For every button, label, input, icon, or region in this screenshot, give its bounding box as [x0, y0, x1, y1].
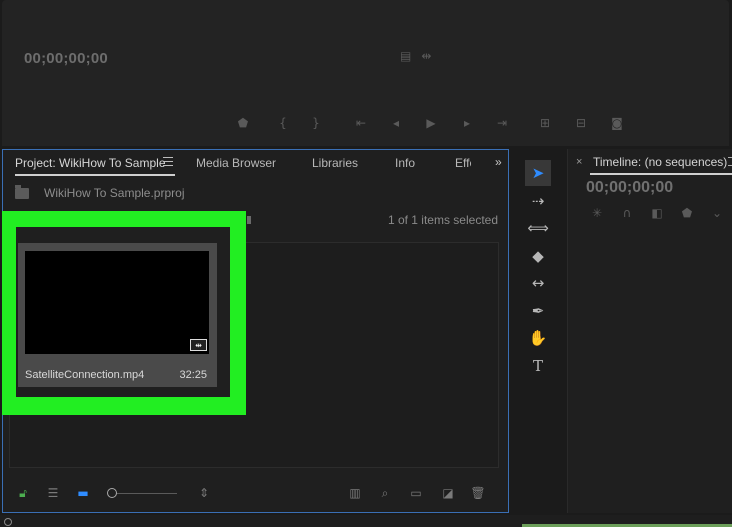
- program-timecode[interactable]: 00;00;00;00: [24, 50, 108, 67]
- new-item-icon[interactable]: ◪: [440, 486, 456, 500]
- selection-tool-icon[interactable]: ➤: [525, 160, 551, 186]
- project-tabs: Project: WikiHow To Sample Media Browser…: [3, 150, 508, 176]
- lift-icon[interactable]: ⊞: [537, 115, 553, 131]
- linked-selection-icon[interactable]: ◧: [650, 206, 664, 220]
- snap-icon[interactable]: ∩: [620, 206, 634, 220]
- clip-duration: 32:25: [179, 369, 207, 381]
- clip-name[interactable]: SatelliteConnection.mp4: [25, 369, 144, 381]
- audio-scrub-icon[interactable]: ⇹: [421, 50, 431, 62]
- timeline-timecode[interactable]: 00;00;00;00: [586, 179, 673, 197]
- camera-icon[interactable]: ◙: [609, 115, 625, 131]
- bin-path: WikiHow To Sample.prproj: [15, 184, 185, 200]
- program-monitor: 00;00;00;00 ▤ ⇹ ⬟ { } ⇤ ◂ ▶ ▸ ⇥ ⊞ ⊟ ◙: [2, 0, 729, 146]
- tab-libraries[interactable]: Libraries: [312, 156, 358, 170]
- zoom-slider-track[interactable]: [113, 493, 177, 494]
- folder-icon: [15, 184, 29, 199]
- step-back-icon[interactable]: ◂: [388, 115, 404, 131]
- project-bottom-toolbar: 🔓︎ ☰ ▬ ⇕ ▥ ⌕ ▭ ◪ 🗑︎: [3, 474, 508, 512]
- play-icon[interactable]: ▶: [423, 115, 439, 131]
- timeline-tool-icons: ✳ ∩ ◧ ⬟ ⌄: [590, 206, 724, 220]
- tab-project[interactable]: Project: WikiHow To Sample: [15, 156, 166, 170]
- mark-in-icon[interactable]: {: [275, 115, 291, 131]
- track-select-tool-icon[interactable]: ⇢: [525, 188, 551, 214]
- tab-info[interactable]: Info: [395, 156, 415, 170]
- tab-media-browser[interactable]: Media Browser: [196, 156, 276, 170]
- status-icon: [4, 518, 12, 526]
- extract-icon[interactable]: ⊟: [573, 115, 589, 131]
- active-tab-indicator: [590, 173, 732, 175]
- new-bin-icon[interactable]: ▭: [408, 486, 424, 500]
- export-frame-icon[interactable]: ▤: [400, 50, 411, 62]
- clip-tile[interactable]: ⇹ SatelliteConnection.mp4 32:25: [18, 243, 217, 387]
- tools-panel: ➤ ⇢ ⟺ ◆ ↔ ✒ ✋ T: [520, 160, 556, 380]
- mark-out-icon[interactable]: }: [308, 115, 324, 131]
- sort-icon[interactable]: ⇕: [196, 486, 212, 500]
- lock-icon[interactable]: 🔓︎: [15, 486, 31, 500]
- bin-path-label: WikiHow To Sample.prproj: [44, 186, 185, 200]
- razor-tool-icon[interactable]: ◆: [525, 243, 551, 269]
- pen-tool-icon[interactable]: ✒: [525, 298, 551, 324]
- clip-card[interactable]: ⇹ SatelliteConnection.mp4 32:25: [16, 227, 230, 397]
- automate-to-sequence-icon[interactable]: ▥: [347, 486, 363, 500]
- tabs-overflow-icon[interactable]: »: [495, 155, 502, 169]
- timeline-panel: × Timeline: (no sequences) 00;00;00;00 ✳…: [567, 149, 732, 513]
- go-to-in-icon[interactable]: ⇤: [353, 115, 369, 131]
- audio-video-icon: ⇹: [190, 339, 207, 351]
- find-icon[interactable]: ⌕: [377, 486, 393, 500]
- zoom-slider-knob[interactable]: [107, 488, 117, 498]
- active-tab-indicator: [15, 174, 175, 176]
- timeline-title[interactable]: Timeline: (no sequences): [593, 155, 727, 169]
- tab-effects[interactable]: Effe: [455, 156, 471, 170]
- marker-icon[interactable]: ⬟: [235, 115, 251, 131]
- hand-tool-icon[interactable]: ✋: [525, 325, 551, 351]
- monitor-icons: ▤ ⇹: [400, 50, 431, 62]
- panel-menu-icon[interactable]: [728, 157, 732, 166]
- settings-icon[interactable]: ⌄: [710, 206, 724, 220]
- nest-icon[interactable]: ✳: [590, 206, 604, 220]
- slip-tool-icon[interactable]: ↔: [525, 270, 551, 296]
- list-view-icon[interactable]: ☰: [45, 486, 61, 500]
- step-forward-icon[interactable]: ▸: [459, 115, 475, 131]
- close-icon[interactable]: ×: [576, 156, 582, 168]
- type-tool-icon[interactable]: T: [525, 353, 551, 379]
- clip-thumbnail[interactable]: [25, 251, 209, 354]
- ripple-edit-tool-icon[interactable]: ⟺: [525, 215, 551, 241]
- column-handle: [247, 216, 251, 224]
- clear-icon[interactable]: 🗑︎: [470, 486, 486, 500]
- go-to-out-icon[interactable]: ⇥: [494, 115, 510, 131]
- panel-menu-icon[interactable]: [163, 157, 173, 166]
- add-marker-icon[interactable]: ⬟: [680, 206, 694, 220]
- items-selected-count: 1 of 1 items selected: [387, 213, 498, 227]
- status-bar: [0, 515, 732, 527]
- icon-view-icon[interactable]: ▬: [75, 486, 91, 500]
